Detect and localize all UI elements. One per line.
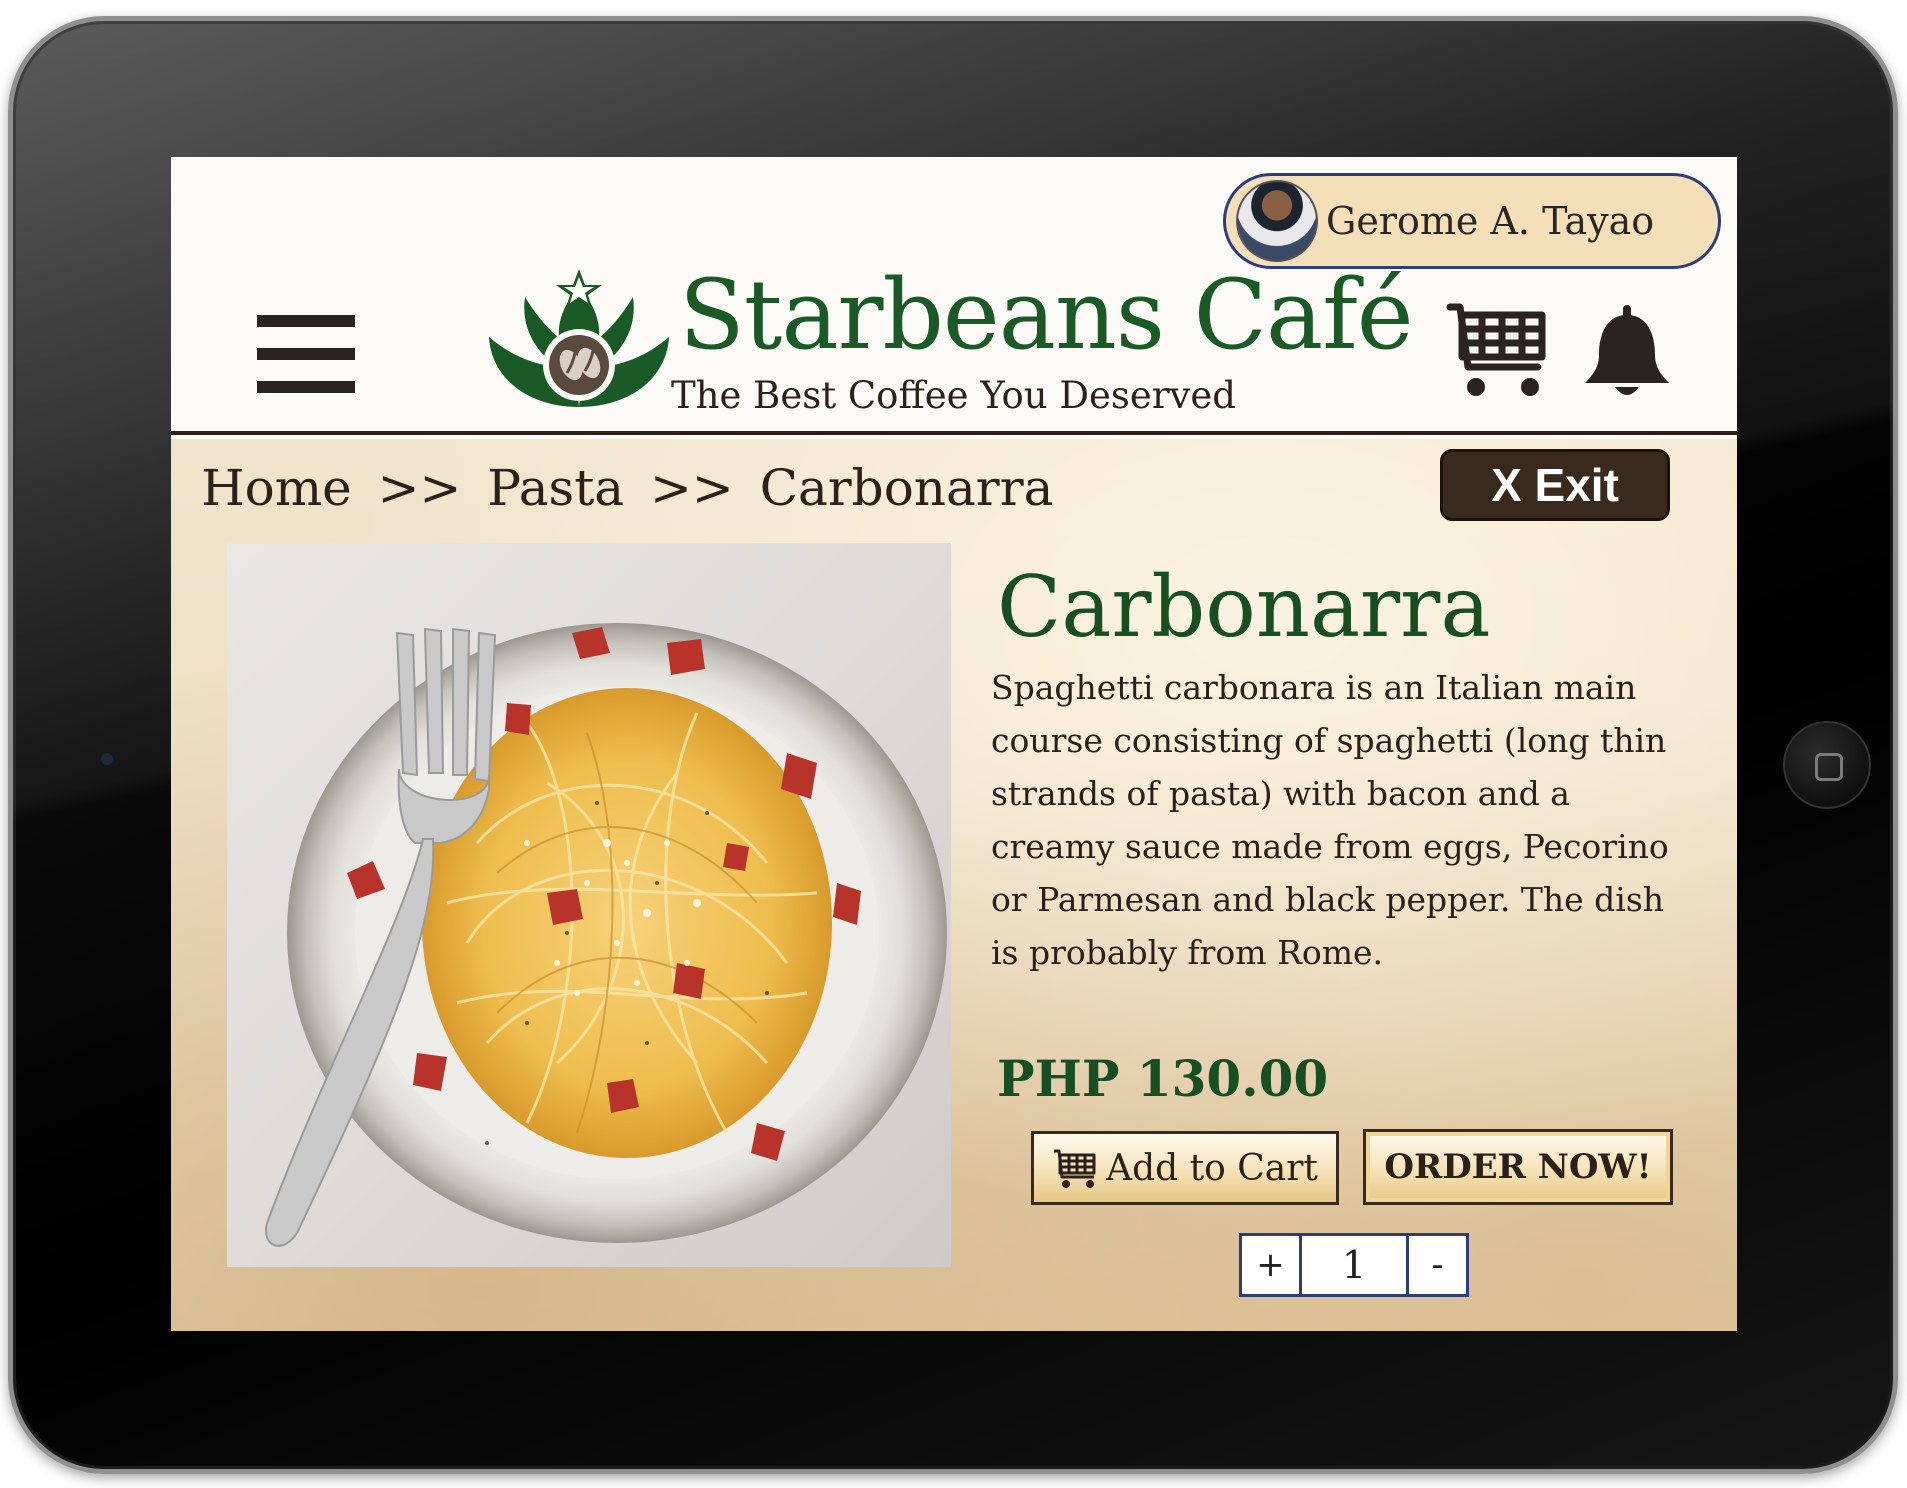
user-profile-button[interactable]: Gerome A. Tayao <box>1223 173 1721 269</box>
product-image <box>227 543 951 1267</box>
breadcrumb: Home >> Pasta >> Carbonarra <box>201 459 1053 517</box>
breadcrumb-separator: >> <box>377 459 462 517</box>
app-screen: Gerome A. Tayao Starbeans Café The Best … <box>171 157 1737 1331</box>
shopping-cart-icon[interactable] <box>1446 297 1550 401</box>
hamburger-menu-icon[interactable] <box>257 315 355 395</box>
tablet-home-button[interactable] <box>1783 721 1871 809</box>
user-name: Gerome A. Tayao <box>1326 199 1655 243</box>
brand-name: Starbeans Café <box>679 259 1414 371</box>
cart-icon <box>1054 1149 1096 1188</box>
breadcrumb-current: Carbonarra <box>759 459 1054 517</box>
front-camera <box>101 753 113 765</box>
product-title: Carbonarra <box>997 558 1491 656</box>
bell-icon[interactable] <box>1581 303 1673 399</box>
breadcrumb-separator: >> <box>650 459 734 517</box>
product-description: Spaghetti carbonara is an Italian main c… <box>991 668 1669 972</box>
starbeans-logo-icon <box>489 269 669 407</box>
quantity-increase-button[interactable]: + <box>1242 1236 1302 1294</box>
avatar <box>1236 180 1318 262</box>
exit-button[interactable]: X Exit <box>1440 449 1670 521</box>
app-header: Gerome A. Tayao Starbeans Café The Best … <box>171 157 1737 435</box>
home-square-icon <box>1815 753 1843 781</box>
add-to-cart-button[interactable]: Add to Cart <box>1031 1131 1339 1205</box>
quantity-stepper: + 1 - <box>1239 1233 1469 1297</box>
brand-tagline: The Best Coffee You Deserved <box>671 374 1236 417</box>
product-detail-area: Home >> Pasta >> Carbonarra X Exit Carbo… <box>171 439 1737 1331</box>
quantity-value[interactable]: 1 <box>1302 1236 1406 1294</box>
breadcrumb-home[interactable]: Home <box>201 459 352 517</box>
product-price: PHP 130.00 <box>997 1049 1329 1108</box>
breadcrumb-pasta[interactable]: Pasta <box>487 459 624 517</box>
quantity-decrease-button[interactable]: - <box>1406 1236 1466 1294</box>
order-now-button[interactable]: ORDER NOW! <box>1363 1129 1673 1205</box>
add-to-cart-label: Add to Cart <box>1106 1147 1318 1189</box>
